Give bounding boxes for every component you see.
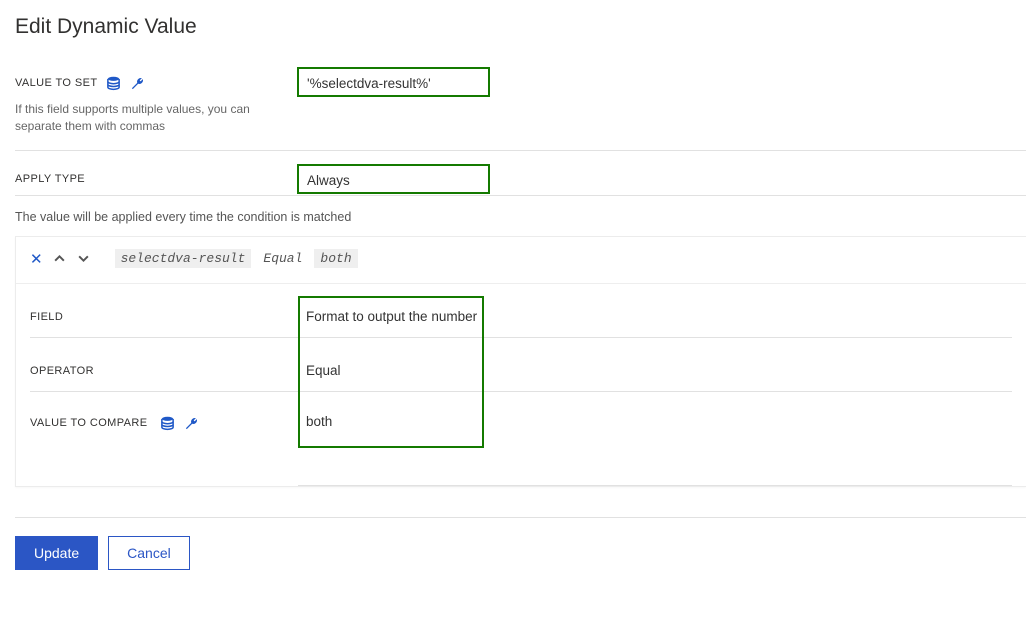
condition-operator-label: OPERATOR xyxy=(30,365,94,377)
condition-header: ✕ selectdva-result Equal both xyxy=(16,237,1026,284)
condition-summary-value: both xyxy=(314,249,357,268)
condition-field-row: FIELD xyxy=(30,296,1012,338)
wrench-icon[interactable] xyxy=(129,75,145,91)
separator xyxy=(15,517,1026,518)
condition-summary-field: selectdva-result xyxy=(115,249,252,268)
condition-compare-label: VALUE TO COMPARE xyxy=(30,417,147,429)
condition-summary-operator: Equal xyxy=(261,251,304,266)
wrench-icon[interactable] xyxy=(183,415,199,431)
database-icon[interactable] xyxy=(105,75,121,91)
apply-type-label: APPLY TYPE xyxy=(15,173,85,185)
chevron-down-icon[interactable] xyxy=(77,252,91,266)
condition-panel: ✕ selectdva-result Equal both FIELD OPER… xyxy=(15,236,1026,487)
condition-field-label: FIELD xyxy=(30,311,63,323)
value-to-set-help: If this field supports multiple values, … xyxy=(15,101,297,136)
value-to-set-label: VALUE TO SET xyxy=(15,77,97,89)
button-row: Update Cancel xyxy=(15,536,1026,580)
condition-field-input[interactable] xyxy=(298,299,1012,334)
close-icon[interactable]: ✕ xyxy=(30,250,43,268)
apply-type-description: The value will be applied every time the… xyxy=(15,210,1026,224)
value-to-set-row: VALUE TO SET If this field supports mult… xyxy=(15,67,1026,151)
page-title: Edit Dynamic Value xyxy=(15,15,1026,39)
update-button[interactable]: Update xyxy=(15,536,98,570)
condition-operator-row: OPERATOR xyxy=(30,350,1012,392)
apply-type-row: APPLY TYPE xyxy=(15,165,1026,196)
chevron-up-icon[interactable] xyxy=(53,252,67,266)
database-icon[interactable] xyxy=(159,415,175,431)
condition-compare-row: VALUE TO COMPARE xyxy=(30,404,1012,486)
value-to-set-input[interactable] xyxy=(297,67,1026,147)
condition-compare-input[interactable] xyxy=(298,404,1012,482)
apply-type-input[interactable] xyxy=(297,165,1026,195)
condition-operator-input[interactable] xyxy=(298,353,1012,388)
cancel-button[interactable]: Cancel xyxy=(108,536,190,570)
